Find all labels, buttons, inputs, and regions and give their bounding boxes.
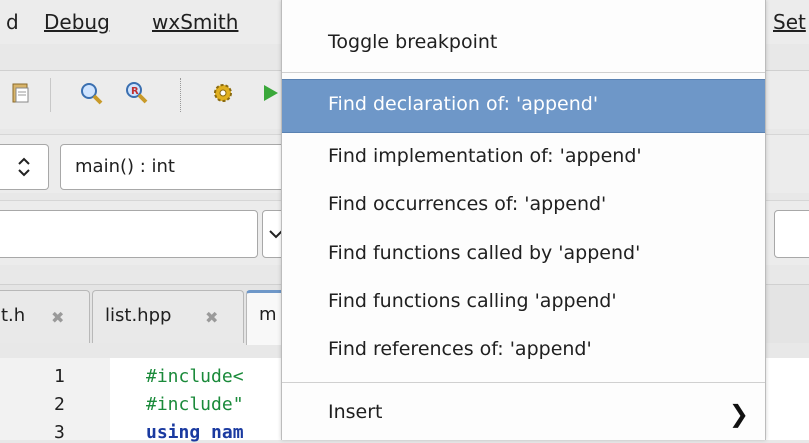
toolbar-grip xyxy=(180,78,182,112)
menu-item-label: Find functions called by 'append' xyxy=(328,242,641,264)
search-combo-input[interactable] xyxy=(0,210,258,258)
menu-item-label: Find declaration of: 'append' xyxy=(328,93,599,115)
run-icon[interactable] xyxy=(260,80,280,106)
gear-icon[interactable] xyxy=(210,80,236,106)
menu-item-label: Find functions calling 'append' xyxy=(328,290,617,312)
menu-item-toggle-breakpoint[interactable]: Toggle breakpoint xyxy=(282,18,765,70)
find-icon[interactable] xyxy=(78,80,104,106)
paste-icon[interactable] xyxy=(8,80,34,106)
menu-item-find-references[interactable]: Find references of: 'append' xyxy=(282,325,765,377)
menu-item-label: Find implementation of: 'append' xyxy=(328,145,642,167)
replace-icon[interactable]: R xyxy=(124,80,150,106)
close-icon[interactable]: ✖ xyxy=(205,308,218,327)
line-number: 1 xyxy=(54,366,65,387)
function-combo-value: main() : int xyxy=(75,156,175,177)
toolbar-separator xyxy=(50,78,51,112)
menu-settings-partial[interactable]: Set xyxy=(773,10,806,34)
tab-list-hpp[interactable]: list.hpp ✖ xyxy=(92,290,244,343)
menu-item-find-declaration[interactable]: Find declaration of: 'append' xyxy=(282,79,765,133)
right-combo-partial[interactable] xyxy=(774,210,809,258)
menu-item-find-functions-called-by[interactable]: Find functions called by 'append' xyxy=(282,229,765,281)
menu-debug[interactable]: Debug xyxy=(44,10,110,34)
menu-item-find-occurrences[interactable]: Find occurrences of: 'append' xyxy=(282,180,765,232)
code-line[interactable]: #include< xyxy=(146,366,244,387)
chevron-updown-icon xyxy=(18,157,30,177)
menu-debug-label: Debug xyxy=(44,10,110,34)
svg-text:R: R xyxy=(131,86,139,97)
tab-label: list.hpp xyxy=(105,305,172,326)
menu-item-find-functions-calling[interactable]: Find functions calling 'append' xyxy=(282,277,765,329)
menu-wxsmith[interactable]: wxSmith xyxy=(152,10,238,34)
tab-list-h[interactable]: t.h ✖ xyxy=(0,290,90,343)
menu-wxsmith-label: wxSmith xyxy=(152,10,239,34)
tab-label: t.h xyxy=(1,305,26,326)
scope-combo-partial[interactable] xyxy=(0,144,49,190)
context-menu: Toggle breakpoint Find declaration of: '… xyxy=(281,0,766,440)
menu-item-label: Toggle breakpoint xyxy=(328,31,498,53)
tab-label: m xyxy=(259,304,277,325)
submenu-arrow-icon: ❯ xyxy=(728,400,749,428)
menu-item-label: Find references of: 'append' xyxy=(328,338,592,360)
function-combo[interactable]: main() : int xyxy=(60,144,292,190)
menu-separator xyxy=(282,382,765,383)
close-icon[interactable]: ✖ xyxy=(51,308,64,327)
menu-item-label: Find occurrences of: 'append' xyxy=(328,193,607,215)
menu-settings-label: Set xyxy=(773,10,806,34)
menu-separator xyxy=(282,72,765,73)
menu-item-insert[interactable]: Insert ❯ xyxy=(282,388,765,440)
menu-partial-left[interactable]: d xyxy=(6,10,19,34)
code-line[interactable]: #include" xyxy=(146,394,244,415)
line-number: 2 xyxy=(54,394,65,415)
menu-item-label: Insert xyxy=(328,401,383,423)
menu-item-find-implementation[interactable]: Find implementation of: 'append' xyxy=(282,132,765,184)
